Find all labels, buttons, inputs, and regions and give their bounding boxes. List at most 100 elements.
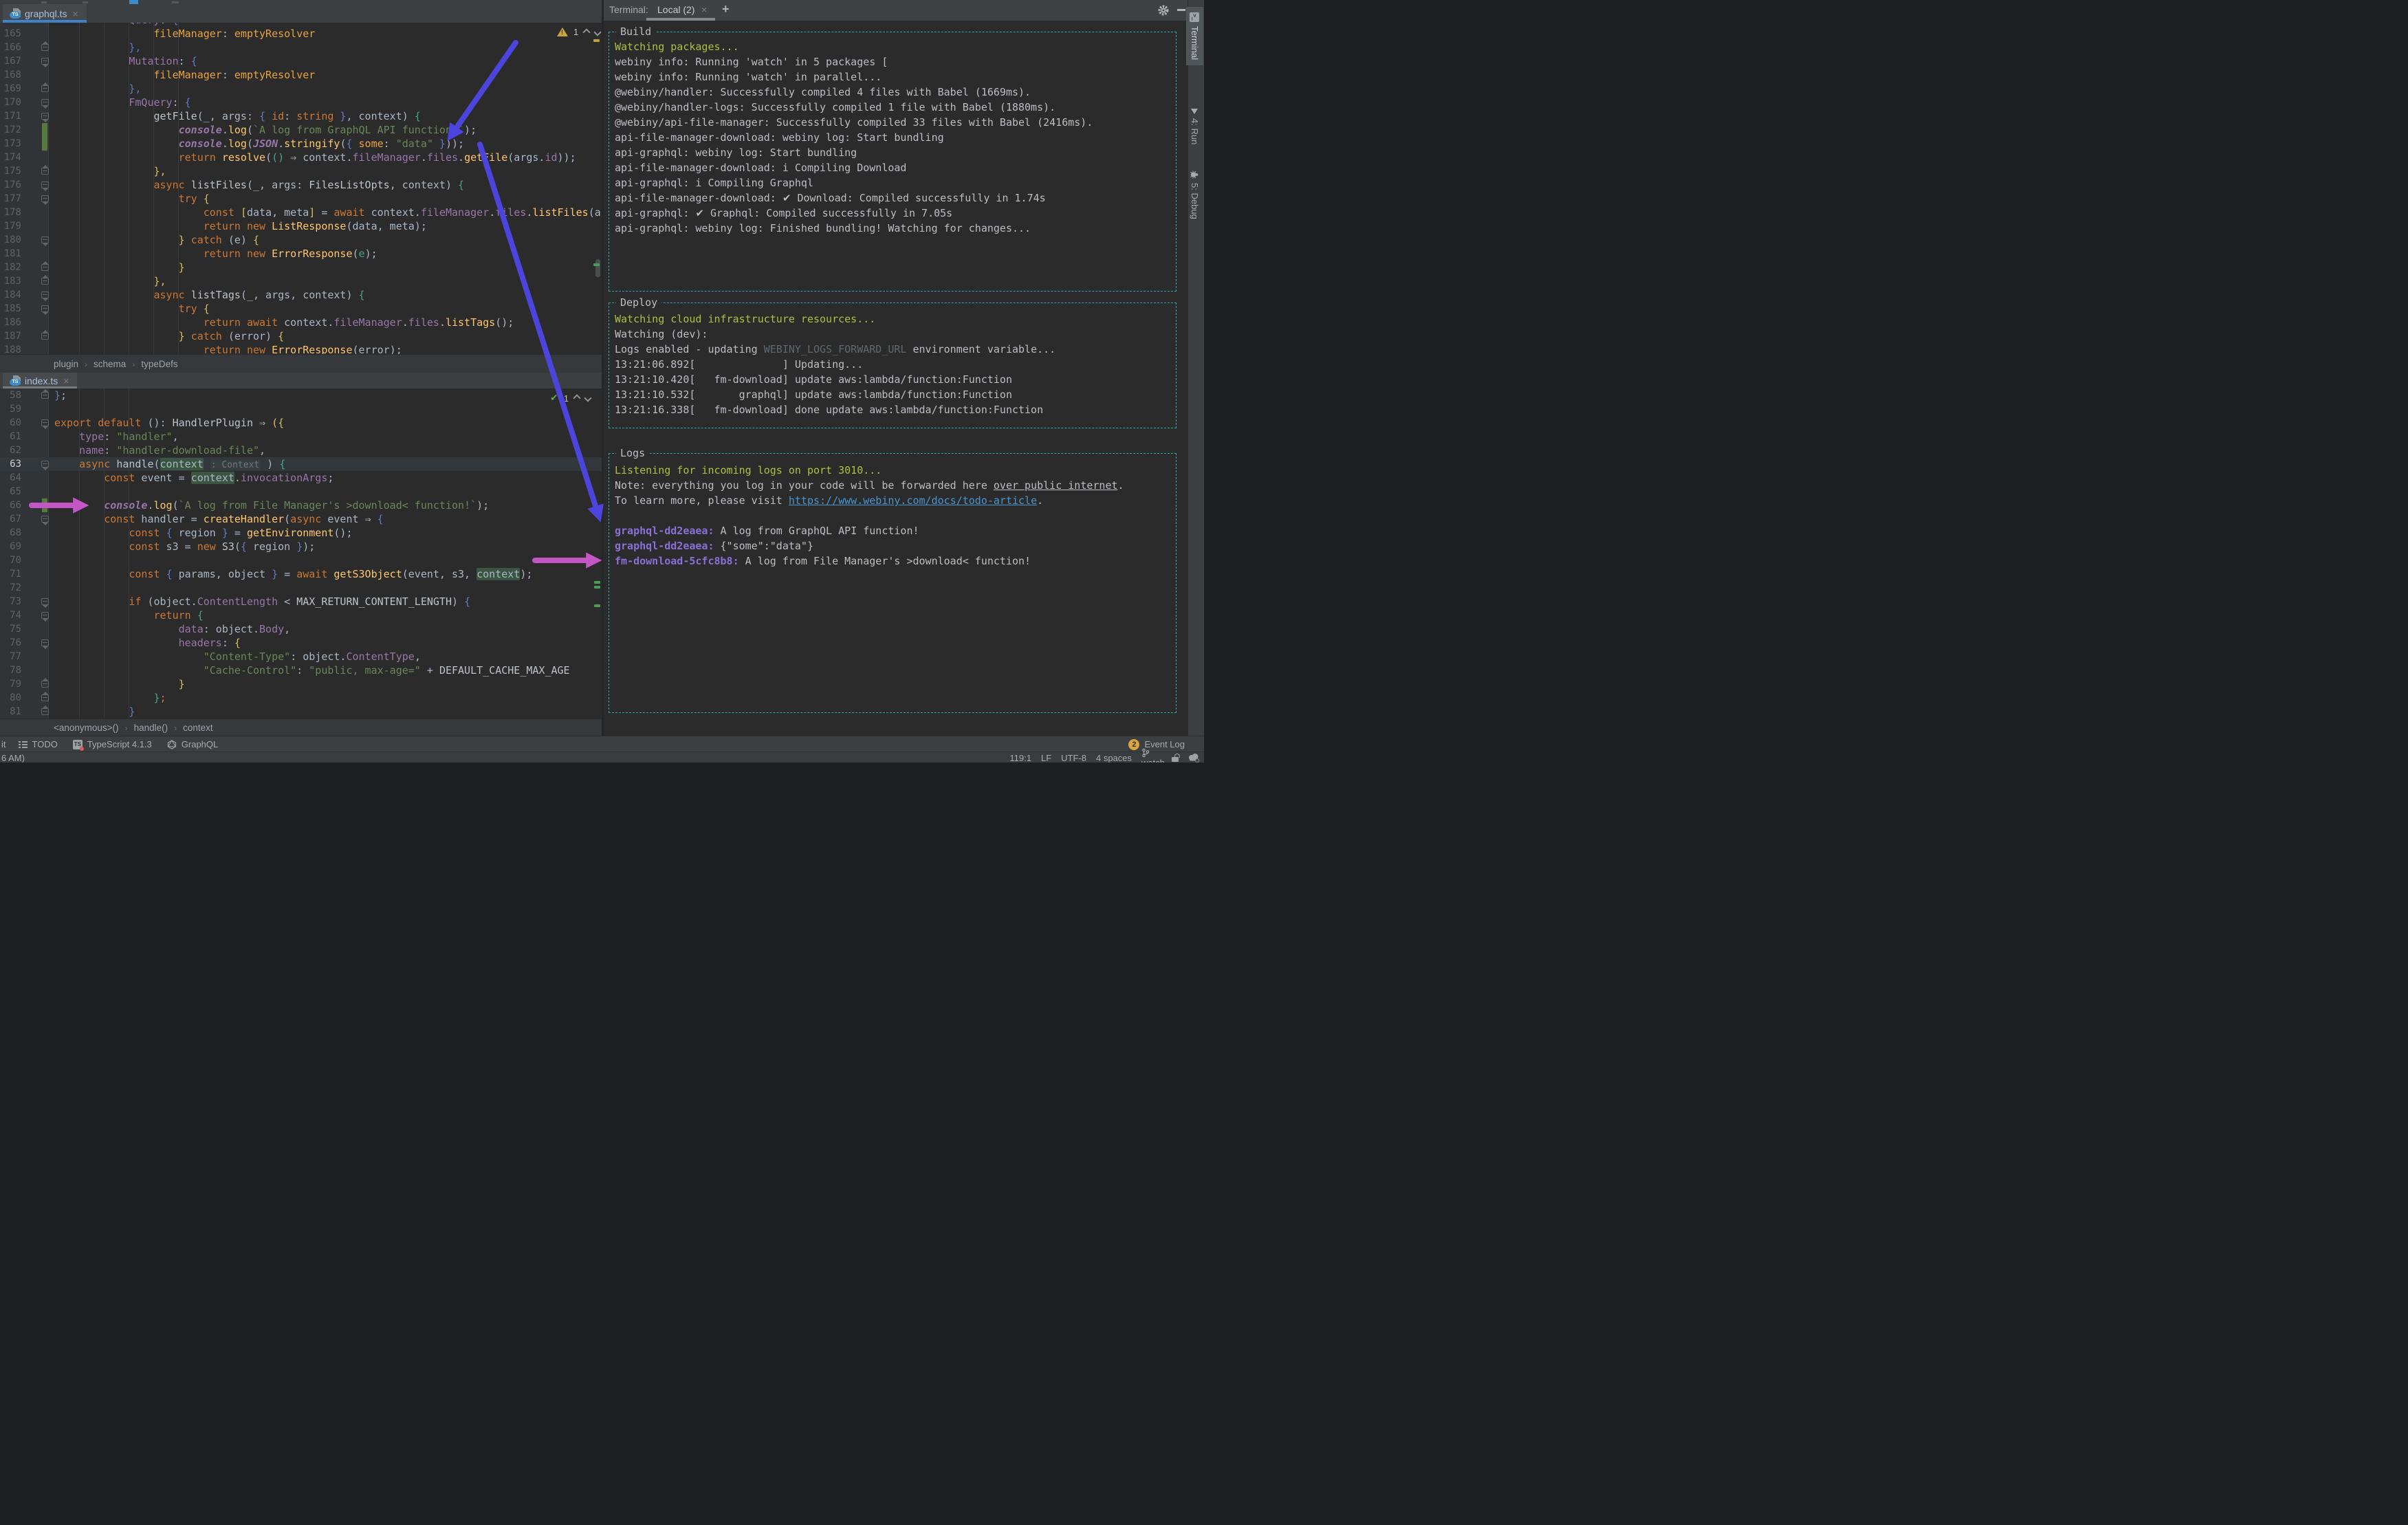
code-line[interactable]: 168 fileManager: emptyResolver [0, 68, 602, 82]
tool-button-terminal[interactable]: >_ Terminal [1186, 7, 1203, 66]
code-line[interactable]: 171 getFile(_, args: { id: string }, con… [0, 109, 602, 123]
new-session-icon[interactable]: + [722, 2, 730, 17]
code-line[interactable]: 173 console.log(JSON.stringify({ some: "… [0, 137, 602, 151]
breadcrumb-item[interactable]: handle() [134, 723, 168, 733]
line-number[interactable]: 78 [0, 663, 21, 677]
code-line[interactable]: 68 const { region } = getEnvironment(); [0, 526, 602, 540]
code-line[interactable]: 60 export default (): HandlerPlugin ⇒ ({ [0, 416, 602, 430]
fold-marker[interactable] [41, 598, 49, 608]
fold-marker[interactable] [41, 99, 49, 109]
line-number[interactable]: 76 [0, 636, 21, 650]
line-number[interactable]: 171 [0, 109, 21, 123]
close-icon[interactable]: × [63, 375, 69, 386]
fold-marker[interactable] [41, 692, 49, 701]
line-number[interactable]: 81 [0, 705, 21, 718]
code-line[interactable]: 75 data: object.Body, [0, 622, 602, 636]
code-line[interactable]: 165 fileManager: emptyResolver [0, 27, 602, 41]
line-number[interactable]: 182 [0, 261, 21, 274]
code-line[interactable]: 188 return new ErrorResponse(error); [0, 343, 602, 354]
code-line[interactable]: 69 const s3 = new S3({ region }); [0, 540, 602, 553]
fold-marker[interactable] [41, 330, 49, 340]
fold-marker[interactable] [41, 639, 49, 649]
code-line[interactable]: 73 if (object.ContentLength < MAX_RETURN… [0, 595, 602, 608]
line-number[interactable]: 180 [0, 233, 21, 247]
editor-index[interactable]: 58}; 59 60 export default (): HandlerPlugin… [0, 388, 602, 718]
breadcrumb-item[interactable]: context [183, 723, 213, 733]
code-line[interactable]: 183 }, [0, 274, 602, 288]
code-line[interactable]: 178 const [data, meta] = await context.f… [0, 206, 602, 219]
fold-marker[interactable] [41, 705, 49, 715]
next-problem-icon[interactable] [584, 394, 592, 402]
code-line[interactable]: 61 type: "handler", [0, 430, 602, 443]
close-icon[interactable]: × [701, 4, 707, 15]
line-number[interactable]: 186 [0, 316, 21, 329]
line-number[interactable]: 176 [0, 178, 21, 192]
line-number[interactable]: 166 [0, 41, 21, 54]
code-line[interactable]: 187 } catch (error) { [0, 329, 602, 343]
line-number[interactable]: 172 [0, 123, 21, 137]
breadcrumb-item[interactable]: plugin [54, 359, 78, 369]
fold-marker[interactable] [41, 612, 49, 622]
code-line[interactable]: 80 }; [0, 691, 602, 705]
inspections-widget[interactable]: ! 1 [557, 27, 602, 37]
cloud-settings-icon[interactable] [1187, 753, 1200, 762]
fold-marker[interactable] [41, 261, 49, 271]
code-line[interactable]: 177 try { [0, 192, 602, 206]
code-line[interactable]: 176 async listFiles(_, args: FilesListOp… [0, 178, 602, 192]
line-number[interactable]: 70 [0, 553, 21, 567]
line-number[interactable]: 61 [0, 430, 21, 443]
inspections-widget[interactable]: ✔ 1 [550, 393, 592, 404]
caret-position[interactable]: 119:1 [1009, 753, 1031, 763]
code-line[interactable]: 81 } [0, 705, 602, 718]
line-number[interactable]: 75 [0, 622, 21, 636]
breadcrumb-item[interactable]: <anonymous>() [54, 723, 119, 733]
code-line[interactable]: 180 } catch (e) { [0, 233, 602, 247]
code-line[interactable]: 185 try { [0, 302, 602, 316]
line-number[interactable]: 58 [0, 388, 21, 402]
line-number[interactable]: 62 [0, 443, 21, 457]
line-number[interactable]: 79 [0, 677, 21, 691]
code-line[interactable]: 167 Mutation: { [0, 54, 602, 68]
code-line[interactable]: 74 return { [0, 608, 602, 622]
terminal-tab-local[interactable]: Local (2) [657, 4, 694, 15]
line-ending[interactable]: LF [1041, 753, 1051, 763]
code-line[interactable]: 72 [0, 581, 602, 595]
code-line[interactable]: 182 } [0, 261, 602, 274]
line-number[interactable]: 173 [0, 137, 21, 151]
code-line[interactable]: 64 const event = context.invocationArgs; [0, 471, 602, 485]
line-number[interactable]: 168 [0, 68, 21, 82]
line-number[interactable]: 68 [0, 526, 21, 540]
line-number[interactable]: 187 [0, 329, 21, 343]
tab-graphql-ts[interactable]: TS graphql.ts × [3, 4, 87, 23]
line-number[interactable]: 174 [0, 151, 21, 164]
code-line[interactable]: 76 headers: { [0, 636, 602, 650]
code-line[interactable]: 71 const { params, object } = await getS… [0, 567, 602, 581]
line-number[interactable]: 165 [0, 27, 21, 41]
fold-marker[interactable] [41, 678, 49, 688]
line-number[interactable]: 77 [0, 650, 21, 663]
fold-marker[interactable] [41, 292, 49, 301]
tab-index-ts[interactable]: TS index.ts × [3, 373, 77, 388]
code-line[interactable]: 78 "Cache-Control": "public, max-age=" +… [0, 663, 602, 677]
code-line[interactable]: 166 }, [0, 41, 602, 54]
fold-marker[interactable] [41, 461, 49, 470]
fold-marker[interactable] [41, 237, 49, 246]
todo-widget[interactable]: TODO [18, 739, 58, 749]
line-number[interactable]: 74 [0, 608, 21, 622]
code-line[interactable]: 169 }, [0, 82, 602, 96]
line-number[interactable]: 177 [0, 192, 21, 206]
unlock-icon[interactable] [1172, 754, 1180, 762]
code-line[interactable]: 66 console.log(`A log from File Manager'… [0, 498, 602, 512]
code-line[interactable]: 181 return new ErrorResponse(e); [0, 247, 602, 261]
tool-button-debug[interactable]: 5: Debug [1186, 165, 1203, 225]
indent-setting[interactable]: 4 spaces [1096, 753, 1132, 763]
fold-marker[interactable] [41, 41, 49, 51]
line-number[interactable]: 183 [0, 274, 21, 288]
line-number[interactable]: 178 [0, 206, 21, 219]
code-line[interactable]: 174 return resolve(() ⇒ context.fileMana… [0, 151, 602, 164]
fold-marker[interactable] [41, 389, 49, 399]
code-line[interactable]: 79 } [0, 677, 602, 691]
line-number[interactable]: 67 [0, 512, 21, 526]
line-number[interactable]: 72 [0, 581, 21, 595]
line-number[interactable]: 69 [0, 540, 21, 553]
